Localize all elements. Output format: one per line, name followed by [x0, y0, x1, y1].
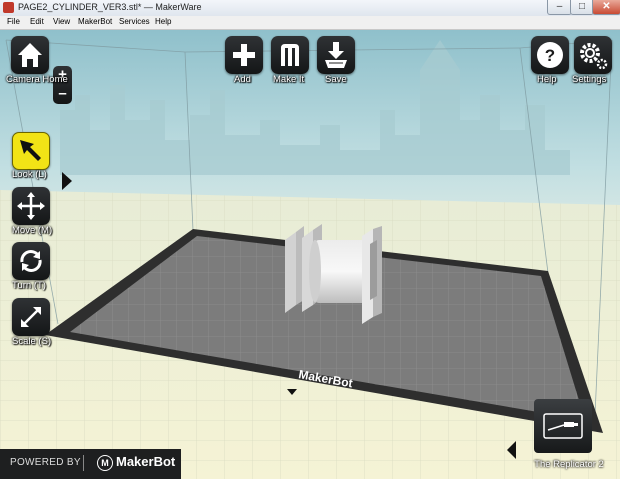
printer-panel-arrow[interactable]: [507, 441, 516, 459]
move-tool-label: Move (M): [12, 225, 53, 236]
menu-bar: File Edit View MakerBot Services Help: [0, 16, 620, 30]
move-arrows-icon: [17, 192, 45, 220]
rotate-icon: [20, 250, 42, 272]
cursor-arrow-icon: [20, 140, 41, 161]
powered-by-text: POWERED BY: [10, 457, 81, 468]
make-it-button[interactable]: [271, 36, 309, 74]
zoom-control: + –: [53, 66, 72, 104]
make-it-label: Make It: [273, 74, 305, 85]
scale-tool-label: Scale (S): [12, 336, 52, 347]
printer-name-label: The Replicator 2: [534, 459, 604, 470]
look-tool-label: Look (L): [12, 169, 47, 180]
maximize-button[interactable]: □: [570, 0, 594, 15]
usb-printer-icon: [543, 413, 583, 439]
makerbot-m-icon: [281, 44, 299, 66]
zoom-out-button[interactable]: –: [53, 85, 72, 103]
help-label: Help: [537, 74, 557, 85]
build-viewport[interactable]: MakerBot + – Camera Home Add Make It Sav…: [0, 30, 620, 479]
look-tool-button[interactable]: [12, 132, 50, 170]
turn-tool-button[interactable]: [12, 242, 50, 280]
save-label: Save: [325, 74, 347, 85]
menu-view[interactable]: View: [53, 17, 70, 26]
plus-icon: [233, 44, 255, 66]
minimize-button[interactable]: –: [547, 0, 572, 15]
add-label: Add: [234, 74, 251, 85]
footer-divider: [83, 455, 84, 471]
home-icon: [18, 43, 42, 67]
gear-icon: [580, 43, 608, 70]
move-tool-button[interactable]: [12, 187, 50, 225]
app-icon: [3, 2, 14, 13]
close-button[interactable]: ✕: [592, 0, 620, 15]
scale-tool-button[interactable]: [12, 298, 50, 336]
printer-button[interactable]: [534, 399, 592, 453]
add-button[interactable]: [225, 36, 263, 74]
expand-panel-arrow[interactable]: [62, 172, 72, 190]
turn-tool-label: Turn (T): [12, 280, 46, 291]
camera-home-label: Camera Home: [6, 74, 68, 85]
makerbot-logo-icon: M: [97, 455, 113, 471]
scale-arrow-icon: [21, 307, 41, 327]
svg-text:?: ?: [545, 46, 555, 65]
scene-canvas[interactable]: MakerBot: [0, 30, 620, 479]
menu-makerbot[interactable]: MakerBot: [78, 17, 112, 26]
menu-help[interactable]: Help: [155, 17, 171, 26]
menu-file[interactable]: File: [7, 17, 20, 26]
settings-button[interactable]: [574, 36, 612, 74]
help-icon: ?: [537, 42, 563, 68]
camera-home-button[interactable]: [11, 36, 49, 74]
settings-label: Settings: [572, 74, 607, 85]
save-button[interactable]: [317, 36, 355, 74]
menu-edit[interactable]: Edit: [30, 17, 44, 26]
window-title: PAGE2_CYLINDER_VER3.stl* — MakerWare: [18, 2, 202, 12]
makerbot-logo-text: MakerBot: [116, 454, 176, 469]
title-bar: PAGE2_CYLINDER_VER3.stl* — MakerWare – □…: [0, 0, 620, 17]
menu-services[interactable]: Services: [119, 17, 150, 26]
help-button[interactable]: ?: [531, 36, 569, 74]
save-icon: [325, 42, 347, 68]
